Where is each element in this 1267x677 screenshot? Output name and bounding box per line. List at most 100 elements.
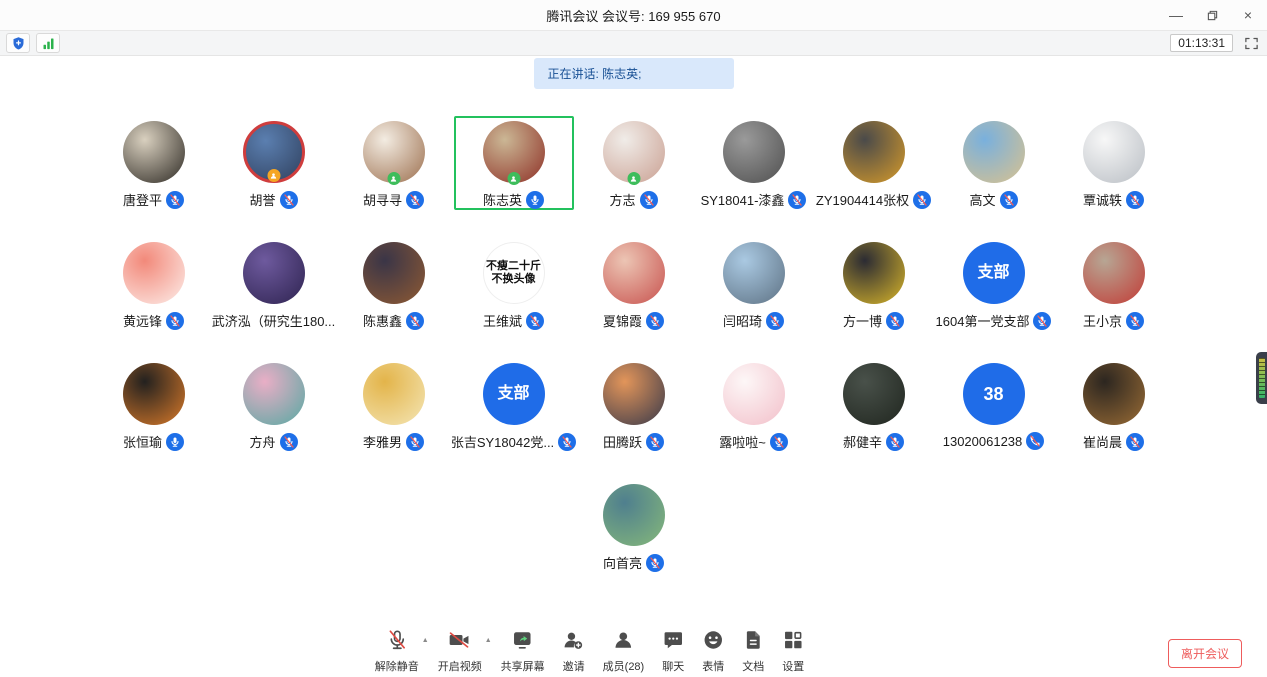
participant-name-line: 夏锦霞 bbox=[603, 311, 664, 330]
avatar bbox=[483, 121, 545, 183]
participant-name: 13020061238 bbox=[943, 434, 1023, 449]
participant-name-line: 张吉SY18042党... bbox=[451, 432, 576, 451]
mic-muted-icon bbox=[166, 312, 184, 330]
participant-tile[interactable]: ZY1904414张权 bbox=[814, 116, 934, 210]
participant-tile[interactable]: 方志 bbox=[574, 116, 694, 210]
participant-tile[interactable]: 夏锦霞 bbox=[574, 237, 694, 331]
participant-name-line: 王小京 bbox=[1083, 311, 1144, 330]
toolbar-members-button[interactable]: 成员(28) bbox=[594, 629, 654, 674]
participant-tile[interactable]: 田腾跃 bbox=[574, 358, 694, 452]
toolbar-unmute-button[interactable]: 解除静音 bbox=[366, 629, 428, 674]
participant-name: 胡寻寻 bbox=[363, 190, 402, 209]
mic-muted-icon bbox=[646, 433, 664, 451]
participant-tile[interactable]: 武济泓（研究生180... bbox=[214, 237, 334, 331]
security-shield-button[interactable] bbox=[6, 33, 30, 53]
participant-tile[interactable]: 胡誉 bbox=[214, 116, 334, 210]
network-status-button[interactable] bbox=[36, 33, 60, 53]
toolbar-items: 解除静音▲开启视频▲共享屏幕邀请成员(28)聊天表情文档设置 bbox=[366, 629, 813, 674]
leave-meeting-button[interactable]: 离开会议 bbox=[1168, 639, 1242, 668]
audio-level-tab[interactable] bbox=[1256, 352, 1267, 404]
toolbar-emoji-button[interactable]: 表情 bbox=[693, 629, 733, 674]
joined-user-badge-orange bbox=[267, 169, 280, 182]
toolbar-settings-button[interactable]: 设置 bbox=[773, 629, 813, 674]
participant-tile[interactable]: 不瘦二十斤不换头像王维斌 bbox=[454, 237, 574, 331]
participant-tile[interactable]: 方一博 bbox=[814, 237, 934, 331]
participant-name-line: 胡誉 bbox=[249, 190, 297, 209]
mic-muted-icon bbox=[406, 191, 424, 209]
participant-tile-active-speaker[interactable]: 陈志英 bbox=[454, 116, 574, 210]
avatar bbox=[963, 121, 1025, 183]
participant-name: 王小京 bbox=[1083, 311, 1122, 330]
mic-on-icon bbox=[166, 433, 184, 451]
participant-tile[interactable]: 覃诚轶 bbox=[1054, 116, 1174, 210]
participant-name: 田腾跃 bbox=[603, 432, 642, 451]
restore-button[interactable] bbox=[1201, 4, 1223, 26]
participant-row: 向首亮 bbox=[0, 479, 1267, 573]
toolbar-start-video-button[interactable]: 开启视频 bbox=[429, 629, 491, 674]
toolbar-invite-button[interactable]: 邀请 bbox=[554, 629, 594, 674]
participant-tile[interactable]: 闫昭琦 bbox=[694, 237, 814, 331]
participant-tile[interactable]: 胡寻寻 bbox=[334, 116, 454, 210]
toolbar-share-screen-button[interactable]: 共享屏幕 bbox=[492, 629, 554, 674]
participant-tile[interactable]: 方舟 bbox=[214, 358, 334, 452]
participant-tile[interactable]: 唐登平 bbox=[94, 116, 214, 210]
avatar bbox=[723, 242, 785, 304]
window-controls: — × bbox=[1165, 0, 1259, 30]
participant-tile[interactable]: 黄远锋 bbox=[94, 237, 214, 331]
toolbar-docs-button[interactable]: 文档 bbox=[733, 629, 773, 674]
participant-name: ZY1904414张权 bbox=[816, 190, 909, 209]
participant-grid: 唐登平 胡誉 胡寻寻 陈志英方志 SY18041-漆鑫 ZY1904414张权 高文覃诚轶黄… bbox=[0, 116, 1267, 573]
mic-muted-icon bbox=[1033, 312, 1051, 330]
participant-name: 陈惠鑫 bbox=[363, 311, 402, 330]
avatar bbox=[603, 121, 665, 183]
avatar-text: 支部 bbox=[977, 264, 1009, 282]
participant-name: 王维斌 bbox=[483, 311, 522, 330]
participant-tile[interactable]: 露啦啦~ bbox=[694, 358, 814, 452]
participant-tile[interactable]: 李雅男 bbox=[334, 358, 454, 452]
participant-tile[interactable]: 支部1604第一党支部 bbox=[934, 237, 1054, 331]
participant-tile[interactable]: 张恒瑜 bbox=[94, 358, 214, 452]
participant-name-line: 方志 bbox=[609, 190, 657, 209]
participant-name: 黄远锋 bbox=[123, 311, 162, 330]
participant-tile[interactable]: 向首亮 bbox=[574, 479, 694, 573]
participant-tile[interactable]: 支部张吉SY18042党... bbox=[454, 358, 574, 452]
toolbar-settings-label: 设置 bbox=[782, 658, 804, 674]
document-icon bbox=[742, 629, 764, 656]
participant-name: 露啦啦~ bbox=[719, 432, 766, 451]
participant-tile[interactable]: 38 13020061238 bbox=[934, 358, 1054, 452]
participant-tile[interactable]: 郝健辛 bbox=[814, 358, 934, 452]
participant-name: 方舟 bbox=[249, 432, 275, 451]
participant-name: 武济泓（研究生180... bbox=[212, 311, 336, 330]
participant-name: 张吉SY18042党... bbox=[451, 432, 554, 451]
toolbar-members-label: 成员(28) bbox=[603, 658, 645, 674]
mic-muted-icon bbox=[166, 191, 184, 209]
toolbar-unmute-expand-arrow[interactable]: ▲ bbox=[422, 637, 429, 644]
mic-muted-icon bbox=[770, 433, 788, 451]
participant-name: 夏锦霞 bbox=[603, 311, 642, 330]
participant-name-line: 崔尚晨 bbox=[1083, 432, 1144, 451]
avatar-text: 38 bbox=[983, 384, 1003, 405]
close-button[interactable]: × bbox=[1237, 4, 1259, 26]
toolbar-chat-button[interactable]: 聊天 bbox=[653, 629, 693, 674]
chat-icon bbox=[662, 629, 684, 656]
toolbar-start-video-expand-arrow[interactable]: ▲ bbox=[485, 637, 492, 644]
participant-name: SY18041-漆鑫 bbox=[701, 190, 785, 209]
participant-row: 黄远锋 武济泓（研究生180... 陈惠鑫 不瘦二十斤不换头像王维斌夏锦霞 闫昭琦方一博… bbox=[0, 237, 1267, 331]
participant-tile[interactable]: 王小京 bbox=[1054, 237, 1174, 331]
mic-muted-icon bbox=[386, 629, 408, 656]
participant-tile[interactable]: 高文 bbox=[934, 116, 1054, 210]
participant-name-line: 方一博 bbox=[843, 311, 904, 330]
members-icon bbox=[612, 629, 634, 656]
audio-level-meter bbox=[1259, 358, 1265, 398]
avatar bbox=[123, 363, 185, 425]
participant-name-line: 唐登平 bbox=[123, 190, 184, 209]
joined-user-badge-green bbox=[507, 172, 520, 185]
minimize-button[interactable]: — bbox=[1165, 4, 1187, 26]
joined-user-badge-green bbox=[627, 172, 640, 185]
participant-tile[interactable]: 陈惠鑫 bbox=[334, 237, 454, 331]
participant-tile[interactable]: 崔尚晨 bbox=[1054, 358, 1174, 452]
mic-muted-icon bbox=[406, 312, 424, 330]
fullscreen-button[interactable] bbox=[1241, 33, 1261, 53]
participant-tile[interactable]: SY18041-漆鑫 bbox=[694, 116, 814, 210]
avatar: 支部 bbox=[483, 363, 545, 425]
